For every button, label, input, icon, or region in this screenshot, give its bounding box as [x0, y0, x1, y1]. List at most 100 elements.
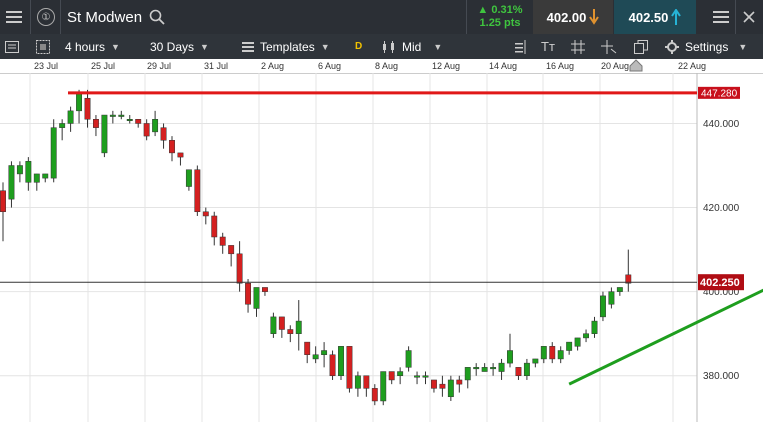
candle-body [202, 211, 209, 217]
buy-button[interactable]: 402.50 [614, 0, 696, 34]
y-axis-label: 440.000 [703, 119, 740, 130]
crosshair-icon[interactable] [601, 34, 617, 59]
up-arrow-icon: ▲ [477, 4, 489, 16]
candle-body [0, 190, 6, 213]
down-arrow-icon [589, 9, 600, 25]
date-label: 23 Jul [34, 61, 59, 71]
candle-body [557, 350, 564, 360]
list-icon[interactable] [712, 8, 730, 26]
candle-body [16, 165, 23, 175]
chevron-down-icon: ▼ [320, 41, 330, 52]
candle-body [608, 291, 615, 305]
candle-body [304, 341, 311, 355]
candle-body [583, 333, 589, 339]
price-type-select[interactable]: Mid ▼ [382, 34, 442, 59]
candle-body [490, 367, 497, 370]
settings-button[interactable]: Settings ▼ [665, 34, 747, 59]
panel-icon[interactable] [5, 34, 19, 59]
templates-icon [242, 41, 254, 52]
copy-icon[interactable] [634, 34, 648, 59]
candle-body [228, 245, 235, 255]
y-axis-label: 380.000 [703, 371, 740, 382]
buy-price: 402.50 [628, 9, 669, 25]
scroll-marker-icon[interactable] [629, 59, 643, 74]
price-chart[interactable]: 440.000 420.000 400.000 380.000 447.280 402.2… [0, 73, 763, 422]
candle-body [312, 354, 319, 360]
candle-body [262, 287, 268, 292]
close-icon[interactable] [740, 8, 758, 26]
candle-body [473, 367, 480, 370]
candle-body [481, 367, 488, 372]
candle-body [25, 161, 32, 183]
menu-icon[interactable] [4, 7, 24, 27]
candle-body [532, 358, 539, 364]
candle-body [169, 140, 175, 154]
search-icon[interactable] [148, 8, 166, 26]
candle-body [447, 379, 454, 398]
candle-body [388, 371, 395, 381]
date-label: 12 Aug [432, 61, 461, 71]
candle-body [278, 316, 285, 330]
up-arrow-icon [671, 9, 682, 25]
sell-price: 402.00 [546, 9, 587, 25]
chart-svg[interactable]: 440.000420.000400.000380.000447.280402.2… [0, 73, 763, 422]
interval-label: 4 hours [65, 39, 106, 54]
candle-body [152, 119, 159, 133]
candle-body [456, 379, 463, 385]
instrument-title: St Modwen [67, 8, 143, 26]
text-tool-icon[interactable]: Tт [541, 34, 555, 59]
d-badge[interactable]: D [355, 34, 362, 59]
candle-body [194, 169, 201, 213]
candle-body [177, 152, 184, 158]
date-label: 20 Aug [601, 61, 630, 71]
indicators-icon[interactable] [512, 34, 526, 59]
y-axis-label: 420.000 [703, 203, 740, 214]
info-glyph: ① [37, 8, 55, 26]
sell-button[interactable]: 402.00 [533, 0, 613, 34]
text-tool-label: Tт [541, 39, 555, 54]
candle-body [329, 354, 336, 376]
resistance-label: 447.280 [701, 88, 738, 99]
chevron-down-icon: ▼ [738, 41, 748, 52]
grid-icon[interactable] [571, 34, 585, 59]
candle-body [405, 350, 412, 368]
candle-body [566, 341, 573, 351]
candle-body [42, 173, 49, 179]
settings-label: Settings [685, 39, 729, 54]
candle-body [515, 367, 522, 376]
candle-body [211, 215, 218, 238]
candle-body [219, 236, 226, 246]
date-label: 31 Jul [204, 61, 229, 71]
range-select[interactable]: 30 Days ▼ [150, 34, 209, 59]
candle-body [270, 316, 277, 334]
candle-body [109, 114, 116, 117]
interval-select[interactable]: 4 hours ▼ [65, 34, 120, 59]
date-label: 29 Jul [147, 61, 172, 71]
date-label: 2 Aug [261, 61, 285, 71]
candle-body [160, 127, 167, 141]
date-axis: 23 Jul 25 Jul 29 Jul 31 Jul 2 Aug 6 Aug … [0, 59, 763, 74]
candle-body [549, 346, 556, 360]
change-percent: 0.31% [491, 4, 523, 16]
candle-body [50, 127, 57, 179]
templates-label: Templates [260, 39, 315, 54]
candle-body [8, 165, 15, 200]
candle-body [135, 119, 142, 124]
info-icon[interactable]: ① [36, 7, 56, 27]
candle-body [439, 383, 446, 389]
candle-body [414, 375, 421, 378]
candle-body [321, 350, 328, 355]
candle-body [380, 371, 387, 402]
candle-body [33, 173, 40, 183]
date-label: 16 Aug [546, 61, 575, 71]
date-label: 6 Aug [318, 61, 342, 71]
chevron-down-icon: ▼ [200, 41, 209, 52]
candle-body [236, 253, 243, 284]
date-label: 25 Jul [91, 61, 116, 71]
templates-select[interactable]: Templates ▼ [242, 34, 330, 59]
candle-body [126, 119, 133, 122]
candle-body [574, 337, 581, 347]
layout-icon[interactable] [36, 34, 50, 59]
candle-body [143, 123, 150, 137]
current-price-label: 402.250 [700, 277, 740, 289]
